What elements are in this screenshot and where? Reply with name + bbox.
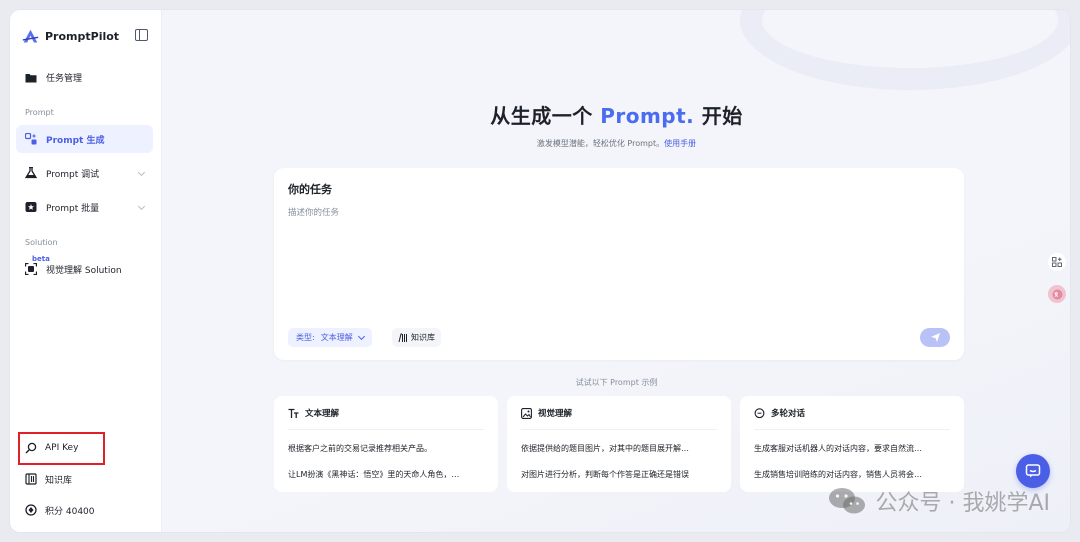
- logo: PromptPilot: [22, 26, 152, 46]
- example-card-header: 视觉理解: [521, 407, 572, 419]
- text-icon: [288, 408, 299, 419]
- send-button[interactable]: [920, 328, 950, 347]
- example-card-title: 视觉理解: [538, 409, 573, 419]
- section-label-prompt: Prompt: [25, 108, 54, 117]
- divider: [288, 429, 484, 430]
- task-type-select[interactable]: 类型: 文本理解: [288, 328, 372, 347]
- page-subtitle: 激发模型潜能，轻松优化 Prompt。使用手册: [163, 138, 1070, 149]
- chevron-down-icon: [137, 202, 146, 211]
- sidebar-item-knowledge-base[interactable]: 知识库: [18, 467, 148, 491]
- send-icon: [930, 333, 940, 342]
- sidebar-item-label: 知识库: [45, 475, 73, 486]
- sidebar-item-prompt-batch[interactable]: Prompt 批量: [16, 193, 153, 221]
- sidebar-item-label: 任务管理: [46, 73, 83, 84]
- sidebar-item-api-key[interactable]: API Key: [18, 436, 148, 460]
- type-value: 文本理解: [320, 333, 353, 342]
- example-card-visual[interactable]: 视觉理解 依据提供给的题目图片，对其中的题目展开解… 对图片进行分析，判断每个作…: [507, 396, 731, 492]
- coin-icon: [25, 504, 37, 516]
- promptpilot-logo-icon: [22, 29, 39, 42]
- task-description-input[interactable]: [288, 206, 948, 316]
- type-label: 类型:: [296, 333, 315, 342]
- main-panel: 从生成一个 Prompt. 开始 激发模型潜能，轻松优化 Prompt。使用手册…: [163, 10, 1070, 532]
- sidebar-item-label: Prompt 调试: [46, 169, 100, 180]
- subtitle-text: 激发模型潜能，轻松优化 Prompt。: [536, 139, 665, 148]
- sidebar-item-label: Prompt 生成: [46, 135, 105, 146]
- task-card-title: 你的任务: [288, 183, 332, 196]
- section-label-solution: Solution: [25, 238, 58, 247]
- background-decoration: [740, 10, 1070, 90]
- sidebar-item-label: 积分 40400: [45, 506, 95, 517]
- example-card-title: 文本理解: [305, 409, 340, 419]
- example-prompt[interactable]: 根据客户之前的交易记录推荐相关产品。: [288, 443, 486, 454]
- sidebar-item-label: API Key: [45, 443, 79, 453]
- grid-add-icon[interactable]: [1048, 253, 1066, 271]
- folder-icon: [25, 71, 37, 83]
- task-card: 你的任务 类型: 文本理解 知识库: [274, 168, 964, 360]
- title-accent: Prompt.: [600, 104, 695, 128]
- scan-eye-icon: [25, 263, 37, 275]
- batch-star-icon: [25, 201, 37, 213]
- sparkle-grid-icon: [25, 133, 37, 145]
- app-window: PromptPilot 任务管理 Prompt Prompt 生成 Prompt…: [10, 10, 1070, 532]
- knowledge-base-label: 知识库: [411, 333, 435, 342]
- example-prompt[interactable]: 让LM扮演《黑神话：悟空》里的天命人角色，…: [288, 469, 486, 480]
- title-prefix: 从生成一个: [490, 104, 593, 128]
- sidebar-item-points[interactable]: 积分 40400: [18, 498, 148, 522]
- debug-flask-icon: [25, 167, 37, 179]
- example-prompt[interactable]: 生成销售培训陪练的对话内容，销售人员将会…: [754, 469, 952, 480]
- chevron-down-icon: [357, 332, 365, 340]
- sidebar-collapse-icon[interactable]: [135, 29, 148, 41]
- sidebar-item-task-management[interactable]: 任务管理: [16, 63, 153, 91]
- image-icon: [521, 407, 532, 419]
- chevron-down-icon: [137, 168, 146, 177]
- title-suffix: 开始: [701, 104, 743, 128]
- app-name: PromptPilot: [45, 29, 120, 43]
- divider: [521, 429, 717, 430]
- book-icon: [398, 333, 408, 343]
- example-prompt[interactable]: 对图片进行分析，判断每个作答是正确还是错误: [521, 469, 719, 480]
- example-card-header: 文本理解: [288, 407, 339, 419]
- sidebar-item-label: 视觉理解 Solution: [46, 265, 122, 276]
- example-prompt[interactable]: 依据提供给的题目图片，对其中的题目展开解…: [521, 443, 719, 454]
- translate-icon[interactable]: [1048, 285, 1066, 303]
- page-title: 从生成一个 Prompt. 开始: [163, 100, 1070, 129]
- examples-label: 试试以下 Prompt 示例: [575, 378, 658, 387]
- chat-bubble-icon: [754, 407, 765, 419]
- sidebar-item-prompt-generate[interactable]: Prompt 生成: [16, 125, 153, 153]
- sidebar-item-visual-solution[interactable]: 视觉理解 Solution: [16, 255, 153, 283]
- example-prompt[interactable]: 生成客服对话机器人的对话内容，要求自然流…: [754, 443, 952, 454]
- wechat-icon: [829, 488, 866, 514]
- sidebar-item-prompt-debug[interactable]: Prompt 调试: [16, 159, 153, 187]
- chat-icon: [1025, 464, 1041, 478]
- example-card-title: 多轮对话: [771, 409, 806, 419]
- key-search-icon: [25, 442, 37, 454]
- watermark-text: 公众号 · 我姚学AI: [875, 491, 1050, 516]
- chat-support-button[interactable]: [1016, 454, 1050, 488]
- example-card-multiturn[interactable]: 多轮对话 生成客服对话机器人的对话内容，要求自然流… 生成销售培训陪练的对话内容…: [740, 396, 964, 492]
- example-card-text[interactable]: 文本理解 根据客户之前的交易记录推荐相关产品。 让LM扮演《黑神话：悟空》里的天…: [274, 396, 498, 492]
- sidebar: PromptPilot 任务管理 Prompt Prompt 生成 Prompt…: [10, 10, 162, 532]
- divider: [754, 429, 950, 430]
- book-icon: [25, 473, 37, 485]
- sidebar-item-label: Prompt 批量: [46, 203, 100, 214]
- watermark: 公众号 · 我姚学AI: [827, 485, 1050, 517]
- example-card-header: 多轮对话: [754, 407, 805, 419]
- user-manual-link[interactable]: 使用手册: [664, 139, 696, 148]
- knowledge-base-button[interactable]: 知识库: [392, 328, 441, 347]
